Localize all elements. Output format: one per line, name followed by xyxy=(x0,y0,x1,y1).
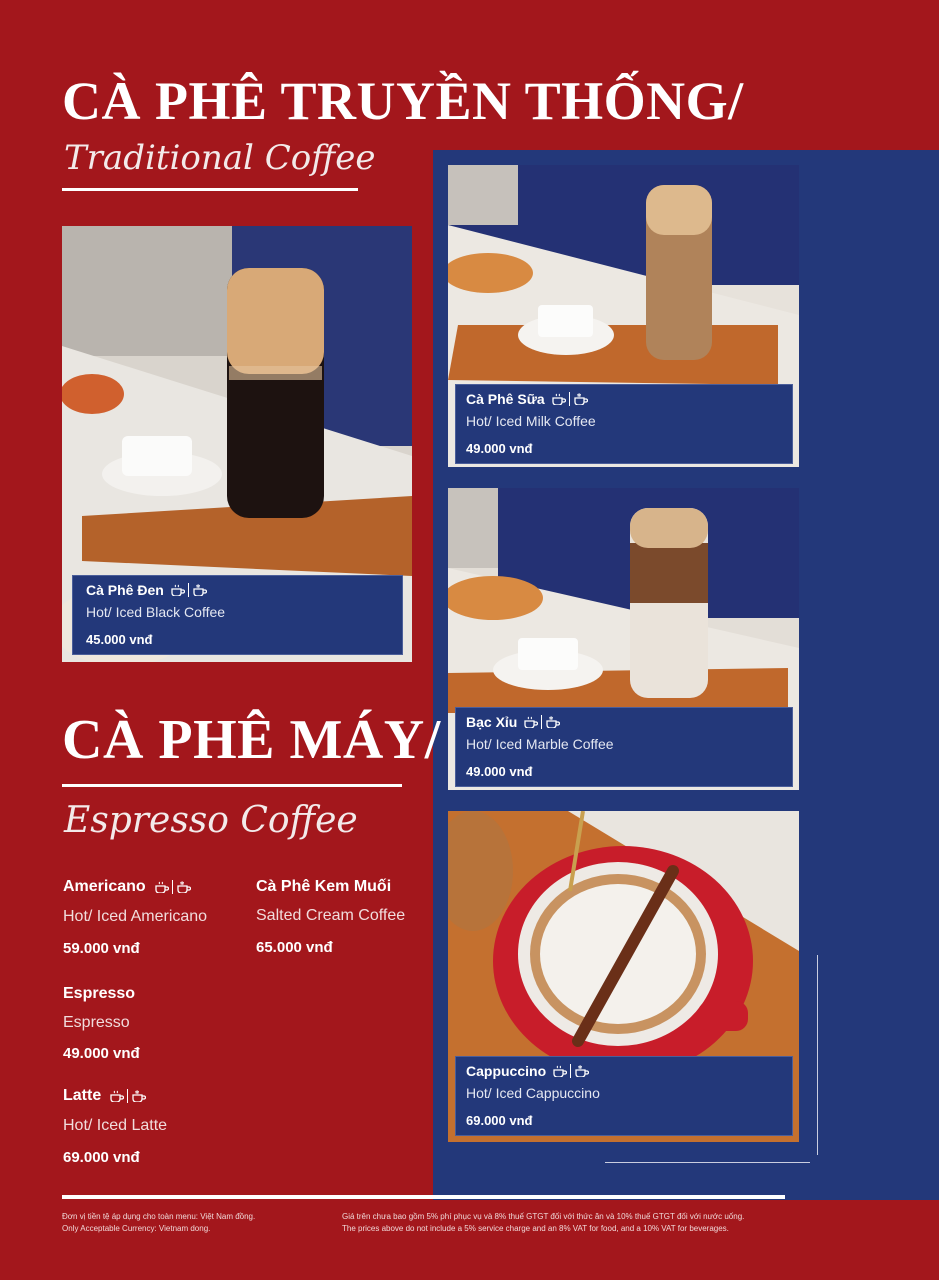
menu-item-price: 49.000 vnđ xyxy=(63,1045,140,1062)
hot-iced-icons: ✻ xyxy=(170,583,207,597)
hot-iced-icons: ✻ xyxy=(552,1064,590,1078)
card-description: Hot/ Iced Black Coffee xyxy=(86,604,226,620)
icon-separator xyxy=(171,880,173,894)
hot-iced-icons: ✻ xyxy=(551,392,588,406)
card-name: Bạc Xỉu ✻ xyxy=(466,714,561,730)
footer-currency-vi: Đơn vị tiền tệ áp dụng cho toàn menu: Vi… xyxy=(62,1212,256,1221)
card-price: 49.000 vnđ xyxy=(466,764,533,779)
hot-cup-icon xyxy=(155,881,169,893)
hot-cup-icon xyxy=(551,393,566,405)
decorative-vertical-line xyxy=(817,955,818,1155)
card-price: 45.000 vnđ xyxy=(86,632,153,647)
section-title-traditional: CÀ PHÊ TRUYỀN THỐNG/ xyxy=(62,71,744,131)
hot-cup-icon xyxy=(553,1065,568,1077)
card-description: Hot/ Iced Cappuccino xyxy=(466,1085,600,1101)
hot-iced-icons: ✻ xyxy=(154,880,191,894)
iced-cup-icon: ✻ xyxy=(546,716,561,728)
card-name: Cà Phê Đen ✻ xyxy=(86,582,207,598)
svg-text:✻: ✻ xyxy=(196,584,200,590)
footer-tax-vi: Giá trên chưa bao gồm 5% phí phục vụ và … xyxy=(342,1212,745,1221)
iced-cup-icon: ✻ xyxy=(193,584,207,596)
card-price: 49.000 vnđ xyxy=(466,441,533,456)
icon-separator xyxy=(568,392,570,406)
section-subtitle-espresso: Espresso Coffee xyxy=(64,800,358,841)
card-milk-coffee[interactable]: Cà Phê Sữa ✻ Hot/ Iced Milk Coffee 49.00… xyxy=(455,384,793,464)
decorative-horizontal-line xyxy=(605,1162,810,1163)
icon-separator xyxy=(127,1089,129,1103)
footer-rule xyxy=(62,1195,785,1199)
menu-item-description: Salted Cream Coffee xyxy=(256,907,406,924)
card-price: 69.000 vnđ xyxy=(466,1113,533,1128)
footer-currency-en: Only Acceptable Currency: Vietnam dong. xyxy=(62,1224,211,1233)
menu-item-price: 65.000 vnđ xyxy=(256,939,333,956)
card-marble-coffee[interactable]: Bạc Xỉu ✻ Hot/ Iced Marble Coffee 49.000… xyxy=(455,707,793,787)
card-description: Hot/ Iced Marble Coffee xyxy=(466,736,614,752)
card-name: Cà Phê Sữa ✻ xyxy=(466,391,588,407)
icon-separator xyxy=(541,715,543,729)
svg-text:✻: ✻ xyxy=(578,1065,582,1071)
iced-cup-icon: ✻ xyxy=(132,1090,147,1102)
menu-item-americano[interactable]: Americano ✻ xyxy=(63,878,191,896)
hot-iced-icons: ✻ xyxy=(109,1089,147,1103)
svg-text:✻: ✻ xyxy=(135,1090,139,1096)
icon-separator xyxy=(187,583,189,597)
menu-item-salted-cream-coffee[interactable]: Cà Phê Kem Muối xyxy=(256,878,391,896)
card-name: Cappuccino ✻ xyxy=(466,1063,590,1079)
menu-item-description: Hot/ Iced Latte xyxy=(63,1117,168,1134)
footer-tax-note: Giá trên chưa bao gồm 5% phí phục vụ và … xyxy=(342,1211,744,1235)
svg-text:✻: ✻ xyxy=(549,716,553,722)
menu-item-description: Hot/ Iced Americano xyxy=(63,908,208,925)
hot-iced-icons: ✻ xyxy=(523,715,561,729)
iced-cup-icon: ✻ xyxy=(177,881,191,893)
menu-item-latte[interactable]: Latte ✻ xyxy=(63,1087,147,1105)
section-title-espresso: CÀ PHÊ MÁY/ xyxy=(62,709,441,771)
card-description: Hot/ Iced Milk Coffee xyxy=(466,413,596,429)
section-rule-traditional xyxy=(62,188,358,191)
section-rule-espresso xyxy=(62,784,402,787)
svg-text:✻: ✻ xyxy=(180,881,184,887)
hot-cup-icon xyxy=(110,1090,125,1102)
svg-text:✻: ✻ xyxy=(577,393,581,399)
hot-cup-icon xyxy=(171,584,185,596)
card-black-coffee[interactable]: Cà Phê Đen ✻ Hot/ Iced Black Coffee 45.0… xyxy=(72,575,403,655)
footer-currency-note: Đơn vị tiền tệ áp dụng cho toàn menu: Vi… xyxy=(62,1211,255,1235)
footer-tax-en: The prices above do not include a 5% ser… xyxy=(342,1224,729,1233)
card-cappuccino[interactable]: Cappuccino ✻ Hot/ Iced Cappuccino 69.000… xyxy=(455,1056,793,1136)
menu-item-description: Espresso xyxy=(63,1014,130,1031)
iced-cup-icon: ✻ xyxy=(573,393,588,405)
menu-item-espresso[interactable]: Espresso xyxy=(63,985,135,1003)
menu-item-price: 69.000 vnđ xyxy=(63,1149,140,1166)
iced-cup-icon: ✻ xyxy=(575,1065,590,1077)
menu-item-price: 59.000 vnđ xyxy=(63,940,140,957)
section-subtitle-traditional: Traditional Coffee xyxy=(64,138,376,178)
hot-cup-icon xyxy=(524,716,539,728)
icon-separator xyxy=(570,1064,572,1078)
